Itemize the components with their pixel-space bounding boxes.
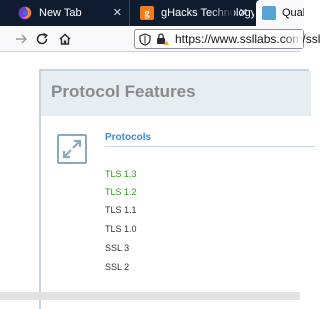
navigation-toolbar: https://www.ssllabs.com/ssltes: [0, 26, 320, 52]
reload-button[interactable]: [33, 30, 51, 48]
tracking-protection-shield-icon[interactable]: [139, 33, 151, 46]
tab-title: New Tab: [39, 7, 82, 19]
url-fade: [283, 30, 303, 48]
arrow-right-icon: [16, 34, 27, 44]
header-divider: [105, 146, 315, 147]
protocol-row: TLS 1.0: [105, 224, 137, 234]
close-icon[interactable]: ✕: [239, 6, 248, 19]
tab-title: Qualy: [282, 7, 304, 19]
protocol-row: TLS 1.1: [105, 205, 137, 215]
forward-button[interactable]: [12, 30, 30, 48]
arrow-left-icon: [4, 30, 10, 48]
protocol-row: TLS 1.2: [105, 187, 137, 197]
protocols-column-header: Protocols: [105, 132, 152, 143]
section-header: Protocol Features: [41, 71, 311, 116]
protocol-row: SSL 3: [105, 243, 130, 253]
ssllabs-favicon: [262, 6, 276, 20]
expand-arrows-icon: [57, 134, 87, 164]
close-icon[interactable]: ✕: [113, 6, 122, 19]
lock-warning-icon[interactable]: [155, 32, 169, 46]
section-title: Protocol Features: [51, 82, 196, 101]
tab-new-tab[interactable]: New Tab ✕: [0, 0, 128, 26]
protocol-row: TLS 1.3: [105, 169, 137, 179]
tab-ssllabs[interactable]: Qualy: [256, 0, 304, 26]
protocol-row: SSL 2: [105, 262, 130, 272]
tab-ghacks[interactable]: g gHacks Technology N ✕: [129, 0, 254, 26]
reload-icon: [36, 32, 48, 45]
address-bar[interactable]: https://www.ssllabs.com/ssltes: [134, 29, 320, 49]
protocol-features-section: Protocol Features Protocols TLS 1.3 TLS …: [39, 69, 315, 309]
tab-bar: New Tab ✕ g gHacks Technology N ✕ Qualy: [0, 0, 304, 26]
firefox-icon: [18, 6, 32, 20]
home-icon: [59, 33, 71, 45]
page-content: Protocol Features Protocols TLS 1.3 TLS …: [0, 52, 315, 309]
home-button[interactable]: [56, 30, 74, 48]
tab-title-fade: [210, 0, 234, 26]
ghacks-favicon: g: [140, 6, 154, 20]
status-bar: [0, 292, 300, 300]
